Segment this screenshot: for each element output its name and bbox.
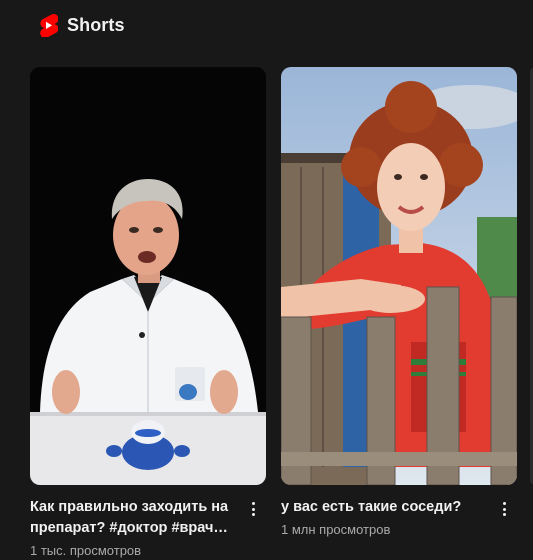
short-thumbnail[interactable] [30, 67, 266, 485]
shorts-logo-icon [38, 13, 59, 38]
short-title[interactable]: у вас есть такие соседи? [281, 497, 489, 518]
short-meta: Как правильно заходить на препарат? #док… [30, 497, 266, 558]
more-vert-icon[interactable] [244, 499, 262, 519]
short-title[interactable]: Как правильно заходить на препарат? #док… [30, 497, 238, 539]
short-card[interactable]: у вас есть такие соседи? 1 млн просмотро… [281, 67, 517, 537]
short-views: 1 тыс. просмотров [30, 543, 142, 558]
short-thumbnail[interactable] [281, 67, 517, 485]
shorts-section-header: Shorts [38, 12, 125, 38]
section-title: Shorts [67, 14, 125, 35]
more-vert-icon[interactable] [495, 499, 513, 519]
short-card[interactable]: Как правильно заходить на препарат? #док… [30, 67, 266, 558]
short-meta: у вас есть такие соседи? 1 млн просмотро… [281, 497, 517, 537]
short-views: 1 млн просмотров [281, 522, 391, 537]
